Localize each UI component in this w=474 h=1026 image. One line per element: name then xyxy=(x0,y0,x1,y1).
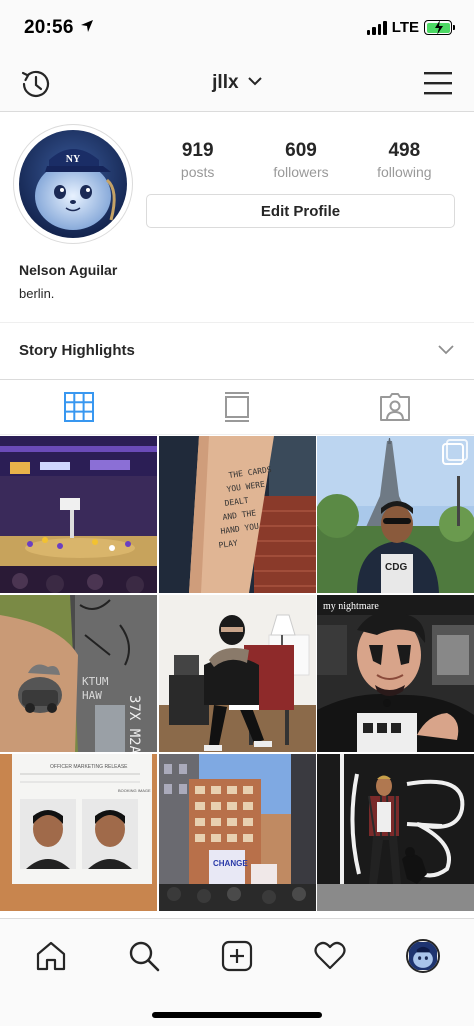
activity-tab[interactable] xyxy=(300,926,360,986)
add-post-icon xyxy=(221,940,253,972)
edit-profile-button[interactable]: Edit Profile xyxy=(146,194,455,228)
post-image: KTUM HAW 37X M2A xyxy=(0,595,157,752)
profile-tab[interactable] xyxy=(393,926,453,986)
status-bar: 20:56 LTE xyxy=(0,0,474,58)
profile-name: Nelson Aguilar xyxy=(19,262,118,278)
svg-text:CDG: CDG xyxy=(385,562,407,573)
username-label: jllx xyxy=(212,72,239,93)
bottom-tab-bar xyxy=(0,918,474,1026)
followers-stat[interactable]: 609 followers xyxy=(249,140,352,180)
tab-feed[interactable] xyxy=(158,380,316,434)
top-nav-bar: jllx xyxy=(0,58,474,112)
posts-count: 919 xyxy=(181,140,214,161)
svg-text:NY: NY xyxy=(66,154,81,165)
search-tab[interactable] xyxy=(114,926,174,986)
status-time: 20:56 xyxy=(24,17,74,38)
following-stat[interactable]: 498 following xyxy=(353,140,456,180)
svg-text:37X M2A: 37X M2A xyxy=(126,695,142,752)
post-image xyxy=(317,754,474,911)
home-tab[interactable] xyxy=(21,926,81,986)
chevron-down-icon xyxy=(438,345,454,355)
grid-view-icon xyxy=(64,392,94,422)
chevron-down-icon xyxy=(248,77,262,86)
following-count: 498 xyxy=(388,140,421,161)
post-image: THE CARDS YOU WERE DEALT AND THE HAND YO… xyxy=(159,436,316,593)
post-image xyxy=(159,595,316,752)
story-highlights-row[interactable]: Story Highlights xyxy=(0,322,474,380)
post-image: CHANGE xyxy=(159,754,316,911)
following-label: following xyxy=(377,164,432,180)
post-image xyxy=(0,436,157,593)
post-image: OFFICER MARKETING RELEASE BOOKING IMAGE xyxy=(0,754,157,911)
network-type: LTE xyxy=(391,19,419,36)
profile-stats: 919 posts 609 followers 498 following xyxy=(146,140,456,180)
grid-post-8[interactable]: CHANGE xyxy=(159,754,316,911)
home-indicator xyxy=(152,1012,322,1018)
grid-post-9[interactable] xyxy=(317,754,474,911)
post-image: CDG xyxy=(317,436,474,593)
svg-text:KTUM: KTUM xyxy=(82,675,109,688)
svg-text:HAW: HAW xyxy=(82,689,102,702)
tab-tagged[interactable] xyxy=(316,380,474,434)
followers-count: 609 xyxy=(285,140,317,161)
grid-post-5[interactable] xyxy=(159,595,316,752)
grid-post-3[interactable]: CDG xyxy=(317,436,474,593)
tagged-photos-icon xyxy=(380,393,410,421)
story-highlights-label: Story Highlights xyxy=(19,342,135,359)
signal-strength-icon xyxy=(366,20,387,35)
add-post-tab[interactable] xyxy=(207,926,267,986)
location-arrow-icon xyxy=(81,20,93,32)
profile-bio: berlin. xyxy=(19,286,55,301)
post-image: my nightmare xyxy=(317,595,474,752)
followers-label: followers xyxy=(273,164,329,180)
tab-grid[interactable] xyxy=(0,380,158,434)
battery-icon xyxy=(424,20,455,35)
svg-text:CHANGE: CHANGE xyxy=(213,859,248,868)
posts-stat[interactable]: 919 posts xyxy=(146,140,249,180)
search-icon xyxy=(129,941,160,972)
grid-post-6[interactable]: my nightmare xyxy=(317,595,474,752)
profile-avatar-icon xyxy=(405,939,440,973)
grid-post-1[interactable] xyxy=(0,436,157,593)
grid-post-2[interactable]: THE CARDS YOU WERE DEALT AND THE HAND YO… xyxy=(159,436,316,593)
avatar-image: NY xyxy=(19,130,127,238)
svg-text:BOOKING IMAGE: BOOKING IMAGE xyxy=(118,788,151,793)
svg-text:my nightmare: my nightmare xyxy=(323,601,379,612)
profile-tabs xyxy=(0,380,474,435)
hamburger-menu-icon[interactable] xyxy=(424,70,452,96)
feed-view-icon xyxy=(225,392,249,422)
grid-post-7[interactable]: OFFICER MARKETING RELEASE BOOKING IMAGE xyxy=(0,754,157,911)
profile-avatar[interactable]: NY xyxy=(13,124,133,244)
posts-label: posts xyxy=(180,164,215,180)
home-icon xyxy=(37,941,66,971)
username-dropdown[interactable]: jllx xyxy=(0,72,474,94)
activity-heart-icon xyxy=(314,941,346,970)
grid-post-4[interactable]: KTUM HAW 37X M2A xyxy=(0,595,157,752)
svg-text:OFFICER MARKETING RELEASE: OFFICER MARKETING RELEASE xyxy=(50,764,128,770)
